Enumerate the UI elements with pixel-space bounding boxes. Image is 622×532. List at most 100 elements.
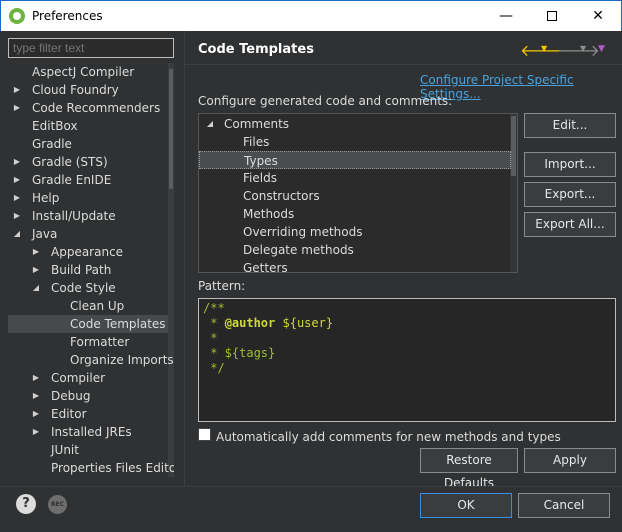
back-history-dropdown-icon[interactable]: ▼: [541, 44, 547, 53]
pattern-editor[interactable]: /** * @author ${user} * * ${tags} */: [198, 298, 616, 422]
tree-item[interactable]: ▶ Install/Update: [8, 207, 168, 225]
template-item[interactable]: ◢ Comments: [199, 115, 511, 133]
tree-item-label: Gradle EnIDE: [32, 173, 112, 187]
ok-button[interactable]: OK: [420, 493, 512, 518]
expand-arrow-icon[interactable]: ▶: [12, 99, 22, 117]
tree-item[interactable]: AspectJ Compiler: [8, 63, 168, 81]
scrollbar-thumb[interactable]: [511, 116, 516, 176]
expand-arrow-icon[interactable]: ▶: [12, 189, 22, 207]
filter-input[interactable]: [8, 38, 174, 58]
expand-arrow-icon[interactable]: ▶: [31, 423, 41, 441]
tree-item-label: Cloud Foundry: [32, 83, 119, 97]
tree-item-label: Code Recommenders: [32, 101, 161, 115]
template-item[interactable]: Methods: [199, 205, 511, 223]
close-button[interactable]: ✕: [575, 1, 621, 31]
tree-item-label: EditBox: [32, 119, 78, 133]
title-bar: Preferences — ✕: [0, 0, 622, 31]
pattern-text: /**: [203, 301, 225, 315]
pattern-line: */: [203, 361, 611, 376]
tree-item[interactable]: JUnit: [8, 441, 168, 459]
templates-scrollbar[interactable]: [510, 114, 517, 272]
auto-comments-checkbox[interactable]: [198, 428, 211, 441]
tree-item[interactable]: Properties Files Editor: [8, 459, 174, 477]
tree-item[interactable]: ▶ Code Recommenders: [8, 99, 168, 117]
forward-history-dropdown-icon[interactable]: ▼: [580, 44, 586, 53]
tree-item-label: Appearance: [51, 245, 124, 259]
help-icon[interactable]: ?: [16, 494, 36, 514]
expand-arrow-icon[interactable]: ▶: [12, 81, 22, 99]
expand-arrow-icon[interactable]: ▶: [12, 207, 22, 225]
template-item[interactable]: Getters: [199, 259, 511, 273]
panel-divider[interactable]: [184, 31, 185, 486]
expand-arrow-icon[interactable]: ▶: [31, 243, 41, 261]
tree-item[interactable]: Organize Imports: [8, 351, 174, 369]
scrollbar-thumb[interactable]: [169, 69, 173, 189]
template-item[interactable]: Overriding methods: [199, 223, 511, 241]
javadoc-tag: @author: [224, 316, 276, 330]
tree-item-label: Install/Update: [32, 209, 116, 223]
tree-scrollbar[interactable]: [168, 63, 174, 477]
edit-button[interactable]: Edit...: [524, 113, 616, 138]
tree-item-label: Gradle: [32, 137, 72, 151]
tree-item[interactable]: Clean Up: [8, 297, 168, 315]
expand-arrow-icon[interactable]: ▶: [12, 171, 22, 189]
templates-tree[interactable]: ◢ Comments Files Types Fields Constructors Met…: [198, 113, 518, 273]
collapse-arrow-icon[interactable]: ◢: [205, 115, 215, 133]
pattern-line: *: [203, 331, 611, 346]
tree-item-label: AspectJ Compiler: [32, 65, 135, 79]
preferences-tree[interactable]: AspectJ Compiler ▶ Cloud Foundry ▶ Code Reco…: [8, 63, 174, 477]
template-item[interactable]: Fields: [199, 169, 511, 187]
tree-item[interactable]: ▶ Compiler: [8, 369, 168, 387]
page-title: Code Templates: [198, 42, 314, 57]
tree-item[interactable]: Formatter: [8, 333, 168, 351]
tree-item[interactable]: ▶ Cloud Foundry: [8, 81, 168, 99]
template-item[interactable]: Types: [199, 151, 511, 169]
expand-arrow-icon[interactable]: ▶: [31, 387, 41, 405]
tree-item[interactable]: ▶ Help: [8, 189, 168, 207]
template-item-label: Getters: [243, 261, 288, 273]
pattern-label: Pattern:: [198, 279, 246, 293]
tree-item[interactable]: ▶ Installed JREs: [8, 423, 168, 441]
window-title: Preferences: [32, 9, 103, 23]
expand-arrow-icon[interactable]: ▶: [12, 153, 22, 171]
template-item[interactable]: Files: [199, 133, 511, 151]
tree-item-label: Build Path: [51, 263, 112, 277]
tree-item[interactable]: ▶ Build Path: [8, 261, 168, 279]
collapse-arrow-icon[interactable]: ◢: [31, 279, 41, 297]
tree-item[interactable]: Gradle: [8, 135, 168, 153]
tree-item-label: Compiler: [51, 371, 106, 385]
tree-item-label: Gradle (STS): [32, 155, 108, 169]
template-item[interactable]: Delegate methods: [199, 241, 511, 259]
tree-item-label: Clean Up: [70, 299, 125, 313]
tree-item[interactable]: ▶ Gradle (STS): [8, 153, 168, 171]
tree-item[interactable]: ◢ Code Style: [8, 279, 168, 297]
collapse-arrow-icon[interactable]: ◢: [12, 225, 22, 243]
expand-arrow-icon[interactable]: ▶: [31, 261, 41, 279]
tree-item-label: JUnit: [51, 443, 79, 457]
restore-defaults-button[interactable]: Restore Defaults: [420, 448, 518, 490]
record-macro-icon[interactable]: REC: [48, 495, 67, 514]
forward-arrow-icon[interactable]: 🡒: [557, 40, 600, 60]
minimize-button[interactable]: —: [483, 1, 529, 31]
tree-item-label: Debug: [51, 389, 91, 403]
apply-button[interactable]: Apply: [524, 448, 616, 473]
tree-item[interactable]: ▶ Editor: [8, 405, 168, 423]
tree-item-label: Code Templates: [70, 317, 166, 331]
expand-arrow-icon[interactable]: ▶: [31, 405, 41, 423]
tree-item[interactable]: ▶ Debug: [8, 387, 168, 405]
tree-item[interactable]: EditBox: [8, 117, 168, 135]
tree-item[interactable]: ▶ Gradle EnIDE: [8, 171, 168, 189]
tree-item[interactable]: ▶ Appearance: [8, 243, 168, 261]
view-menu-icon[interactable]: ▼: [598, 44, 605, 54]
header-separator: [185, 64, 622, 65]
expand-arrow-icon[interactable]: ▶: [31, 369, 41, 387]
import-button[interactable]: Import...: [524, 152, 616, 177]
cancel-button[interactable]: Cancel: [518, 493, 610, 518]
maximize-button[interactable]: [529, 1, 575, 31]
export-button[interactable]: Export...: [524, 182, 616, 207]
tree-item[interactable]: Code Templates: [8, 315, 168, 333]
pattern-text: *: [203, 331, 218, 345]
template-item[interactable]: Constructors: [199, 187, 511, 205]
export-all-button[interactable]: Export All...: [524, 212, 616, 237]
tree-item[interactable]: ◢ Java: [8, 225, 168, 243]
